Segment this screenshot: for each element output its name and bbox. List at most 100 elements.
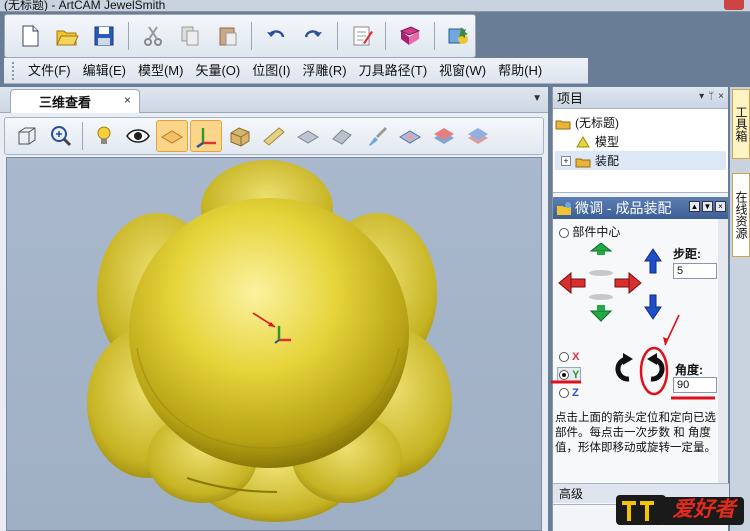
axis-z-radio[interactable]	[559, 388, 569, 399]
paste-icon	[219, 27, 237, 46]
tune-description: 点击上面的箭头定位和定向已选部件。每点击一次步数 和 角度 值，形体即移动或旋转…	[555, 412, 716, 454]
tree-item-assembly[interactable]: + 装配	[555, 151, 726, 170]
model-icon	[576, 135, 590, 147]
ruler-button[interactable]	[258, 120, 290, 152]
axis-x-radio[interactable]	[559, 352, 569, 363]
undo-button[interactable]	[259, 19, 292, 53]
menu-relief[interactable]: 浮雕(R)	[297, 58, 353, 84]
book-icon	[399, 26, 421, 45]
tree-item-model-label: 模型	[595, 135, 620, 149]
copy-icon	[181, 26, 199, 46]
menu-bitmap[interactable]: 位图(I)	[246, 58, 296, 84]
copy-button[interactable]	[173, 19, 206, 53]
wizard-button[interactable]	[442, 19, 475, 53]
window-title-bar: (无标题) - ArtCAM JewelSmith	[0, 0, 750, 12]
layers-red-button[interactable]	[428, 120, 460, 152]
light-bulb-icon	[97, 126, 111, 144]
view-toolbar	[4, 117, 544, 155]
step-input[interactable]: 5	[673, 263, 717, 279]
panel-close-button[interactable]: ×	[718, 91, 724, 102]
paste-button[interactable]	[211, 19, 244, 53]
assembly-icon	[575, 158, 591, 167]
annotation-underline-angle	[671, 396, 715, 400]
menu-toolpaths[interactable]: 刀具路径(T)	[353, 58, 434, 84]
side-tab-strip: 工具箱 在线资源	[730, 87, 750, 531]
plane-view-icon	[161, 130, 183, 144]
axis-x-option[interactable]: X	[559, 351, 579, 363]
tune-scrollbar[interactable]	[718, 219, 728, 504]
menu-window[interactable]: 视窗(W)	[433, 58, 492, 84]
radio-part-center[interactable]: 部件中心	[559, 223, 620, 240]
tune-home-button[interactable]: ▲	[689, 201, 700, 212]
brush-button[interactable]	[360, 120, 392, 152]
annotation-pointer	[663, 314, 680, 346]
iso-shade-icon	[332, 129, 352, 145]
save-button[interactable]	[88, 19, 121, 53]
notes-icon	[353, 26, 373, 46]
toolbar-separator	[251, 22, 253, 50]
zoom-button[interactable]	[45, 120, 77, 152]
pin-icon[interactable]: ᛘ	[708, 91, 714, 102]
tree-item-root[interactable]: (无标题)	[555, 113, 726, 132]
layers-button[interactable]	[394, 120, 426, 152]
model-render	[87, 160, 452, 522]
tree-item-model[interactable]: 模型	[555, 132, 726, 151]
flat-shade-icon	[297, 130, 319, 144]
radio-part-center-dot[interactable]	[559, 227, 569, 238]
brand-text: 爱好者	[672, 497, 736, 521]
tab-3d-view-label: 三维查看	[39, 95, 92, 110]
axis-z-label: Z	[572, 387, 579, 399]
tree-item-root-label: (无标题)	[575, 116, 619, 130]
project-panel: 项目 ▾ ᛘ × (无标题) 模型 + 装配 微调 - 成品装配 ▲ ▼ × 部…	[551, 87, 729, 531]
axes-button[interactable]	[190, 120, 222, 152]
tune-close-button[interactable]: ×	[715, 201, 726, 212]
menu-vector[interactable]: 矢量(O)	[189, 58, 246, 84]
flat-shade-button[interactable]	[292, 120, 324, 152]
annotation-underline	[551, 380, 581, 384]
wireframe-box-icon	[18, 127, 36, 145]
move-z-up-arrow-icon[interactable]	[644, 248, 662, 274]
light-button[interactable]	[88, 120, 120, 152]
toolbar-separator	[128, 22, 130, 50]
menu-edit[interactable]: 编辑(E)	[77, 58, 132, 84]
redo-icon	[305, 30, 323, 38]
tab-3d-view[interactable]: 三维查看 ×	[10, 89, 140, 113]
toolbar-separator	[385, 22, 387, 50]
open-button[interactable]	[50, 19, 83, 53]
box-shade-button[interactable]	[224, 120, 256, 152]
wireframe-button[interactable]	[11, 120, 43, 152]
move-down-arrow-icon[interactable]	[589, 310, 613, 322]
move-up-arrow-icon[interactable]	[589, 243, 613, 252]
iso-shade-button[interactable]	[326, 120, 358, 152]
brush-icon	[369, 127, 387, 146]
angle-input[interactable]: 90	[673, 377, 717, 393]
tune-collapse-button[interactable]: ▼	[702, 201, 713, 212]
3d-viewport[interactable]	[6, 157, 542, 531]
side-tab-online[interactable]: 在线资源	[732, 173, 750, 257]
visibility-button[interactable]	[122, 120, 154, 152]
panel-menu-icon[interactable]: ▾	[699, 91, 704, 102]
menu-file[interactable]: 文件(F)	[22, 58, 77, 84]
plane-view-button[interactable]	[156, 120, 188, 152]
brand-logo: 爱好者	[614, 491, 746, 529]
layers-blue-button[interactable]	[462, 120, 494, 152]
tab-close-button[interactable]: ×	[124, 93, 131, 107]
project-panel-title: 项目	[557, 91, 584, 106]
tab-dropdown-button[interactable]: ▼	[532, 93, 542, 104]
redo-button[interactable]	[297, 19, 330, 53]
window-close-button[interactable]	[724, 0, 744, 10]
cut-button[interactable]	[136, 19, 169, 53]
move-right-arrow-icon[interactable]	[628, 271, 642, 295]
move-left-arrow-icon[interactable]	[558, 271, 572, 295]
menu-help[interactable]: 帮助(H)	[492, 58, 548, 84]
notes-button[interactable]	[345, 19, 378, 53]
axis-z-option[interactable]: Z	[559, 387, 579, 399]
help-book-button[interactable]	[393, 19, 426, 53]
move-arrows	[558, 243, 662, 322]
expand-toggle-icon[interactable]: +	[561, 155, 571, 166]
view-tabstrip: 三维查看 × ▼	[0, 87, 548, 113]
save-icon	[94, 26, 114, 46]
new-file-button[interactable]	[13, 19, 46, 53]
menu-model[interactable]: 模型(M)	[132, 58, 190, 84]
side-tab-toolbox[interactable]: 工具箱	[732, 89, 750, 159]
